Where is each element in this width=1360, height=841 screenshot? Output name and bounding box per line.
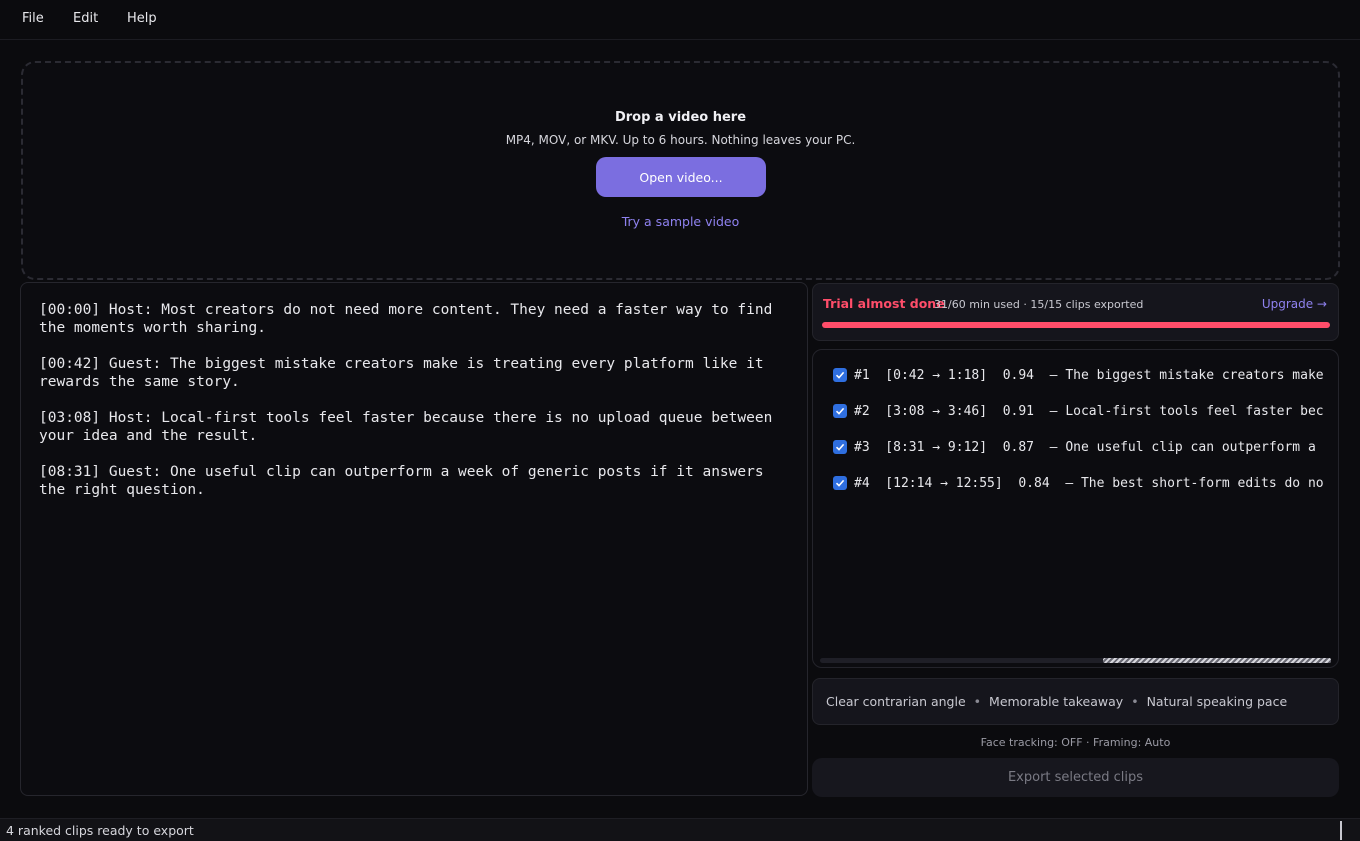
clip-checkbox[interactable] xyxy=(833,440,847,454)
trial-usage-stats: 31/60 min used · 15/15 clips exported xyxy=(934,298,1144,311)
clip-qualities-tags: Clear contrarian angle • Memorable takea… xyxy=(812,678,1339,725)
trial-title: Trial almost done xyxy=(823,296,945,311)
transcript-panel[interactable]: [00:00] Host: Most creators do not need … xyxy=(20,282,808,796)
tag: Clear contrarian angle xyxy=(826,694,966,709)
menu-edit[interactable]: Edit xyxy=(73,11,98,26)
status-bar: 4 ranked clips ready to export xyxy=(0,818,1360,841)
trial-banner: Trial almost done 31/60 min used · 15/15… xyxy=(812,283,1339,341)
clip-label: #1 [0:42 → 1:18] 0.94 — The biggest mist… xyxy=(854,367,1324,383)
checkmark-icon xyxy=(835,371,845,379)
checkmark-icon xyxy=(835,443,845,451)
scrollbar-thumb[interactable] xyxy=(1103,658,1331,663)
clip-label: #2 [3:08 → 3:46] 0.91 — Local-first tool… xyxy=(854,403,1324,419)
menu-help[interactable]: Help xyxy=(127,11,157,26)
tag-separator: • xyxy=(973,694,982,709)
checkmark-icon xyxy=(835,479,845,487)
drop-zone-subtitle: MP4, MOV, or MKV. Up to 6 hours. Nothing… xyxy=(505,133,856,147)
transcript-line: [03:08] Host: Local-first tools feel fas… xyxy=(39,410,782,444)
transcript-line: [00:42] Guest: The biggest mistake creat… xyxy=(39,356,773,390)
clip-checkbox[interactable] xyxy=(833,404,847,418)
checkmark-icon xyxy=(835,407,845,415)
clip-row[interactable]: #2 [3:08 → 3:46] 0.91 — Local-first tool… xyxy=(833,401,1333,421)
tag: Natural speaking pace xyxy=(1146,694,1288,709)
export-selected-clips-button[interactable]: Export selected clips xyxy=(812,758,1339,797)
clip-list[interactable]: #1 [0:42 → 1:18] 0.94 — The biggest mist… xyxy=(812,349,1339,668)
try-sample-video-link: Try a sample video xyxy=(23,214,1338,229)
menu-bar: File Edit Help xyxy=(0,0,1360,40)
drop-zone-title: Drop a video here xyxy=(614,110,747,125)
resize-grip-icon[interactable] xyxy=(1340,821,1342,840)
upgrade-link[interactable]: Upgrade → xyxy=(1262,297,1327,311)
clip-row[interactable]: #3 [8:31 → 9:12] 0.87 — One useful clip … xyxy=(833,437,1333,457)
horizontal-scrollbar[interactable] xyxy=(820,658,1331,663)
menu-file[interactable]: File xyxy=(22,11,44,26)
transcript-line: [00:00] Host: Most creators do not need … xyxy=(39,302,782,336)
clip-checkbox[interactable] xyxy=(833,476,847,490)
face-tracking-status: Face tracking: OFF · Framing: Auto xyxy=(980,736,1171,749)
open-video-button[interactable]: Open video... xyxy=(596,157,766,197)
transcript-line: [08:31] Guest: One useful clip can outpe… xyxy=(39,464,773,498)
tag-separator: • xyxy=(1131,694,1139,709)
trial-usage-progress-bar xyxy=(822,322,1330,328)
video-drop-zone[interactable]: Drop a video here MP4, MOV, or MKV. Up t… xyxy=(21,61,1340,280)
clip-label: #4 [12:14 → 12:55] 0.84 — The best short… xyxy=(854,475,1324,491)
clip-checkbox[interactable] xyxy=(833,368,847,382)
clip-label: #3 [8:31 → 9:12] 0.87 — One useful clip … xyxy=(854,439,1316,455)
try-sample-video-text[interactable]: Try a sample video xyxy=(622,214,740,229)
tag: Memorable takeaway xyxy=(989,694,1124,709)
clip-row[interactable]: #1 [0:42 → 1:18] 0.94 — The biggest mist… xyxy=(833,365,1333,385)
clip-row[interactable]: #4 [12:14 → 12:55] 0.84 — The best short… xyxy=(833,473,1333,493)
status-text: 4 ranked clips ready to export xyxy=(6,823,194,838)
